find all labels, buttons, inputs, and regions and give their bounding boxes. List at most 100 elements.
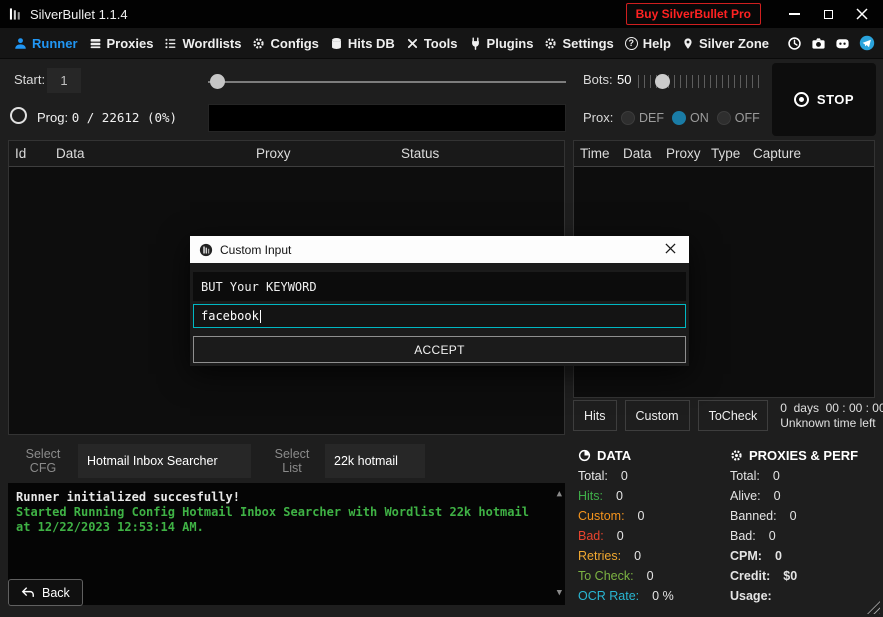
tools-icon	[406, 37, 419, 50]
elapsed-time: 0 days 00 : 00 : 00	[780, 401, 883, 416]
progress-bar	[208, 104, 566, 132]
minimize-button[interactable]	[781, 3, 807, 25]
nav-plugins[interactable]: Plugins	[469, 36, 534, 51]
scroll-up-icon[interactable]: ▲	[557, 487, 562, 502]
telegram-icon[interactable]	[859, 35, 875, 51]
dialog-title: Custom Input	[220, 243, 291, 257]
perf-cpm: CPM: 0	[730, 546, 877, 566]
stop-button[interactable]: STOP	[788, 91, 860, 108]
nav-runner[interactable]: Runner	[14, 36, 78, 51]
log-console: Runner initialized succesfully! Started …	[8, 483, 565, 605]
col-data: Data	[56, 146, 256, 161]
start-slider-track[interactable]	[208, 81, 566, 83]
proxy-banned-value: 0	[790, 509, 797, 523]
proxies-icon	[89, 37, 102, 50]
back-button[interactable]: Back	[8, 579, 83, 606]
tab-custom[interactable]: Custom	[625, 400, 690, 431]
prox-option-on[interactable]: ON	[672, 111, 709, 125]
nav-tools[interactable]: Tools	[406, 36, 458, 51]
nav-configs-label: Configs	[270, 36, 318, 51]
discord-icon[interactable]	[835, 36, 850, 51]
main-nav: Runner Proxies Wordlists Configs Hits DB	[0, 28, 883, 59]
buy-pro-button[interactable]: Buy SilverBullet Pro	[626, 3, 761, 25]
stat-retries: Retries: 0	[578, 546, 728, 566]
nav-settings[interactable]: Settings	[544, 36, 613, 51]
col-id: Id	[15, 146, 56, 161]
keyword-input[interactable]: facebook	[193, 304, 686, 328]
stat-custom-label: Custom:	[578, 509, 625, 523]
stat-hits-value: 0	[616, 489, 623, 503]
configs-gear-icon	[252, 37, 265, 50]
select-list-button[interactable]: Select List	[259, 444, 325, 478]
stat-custom: Custom: 0	[578, 506, 728, 526]
stat-total-value: 0	[621, 469, 628, 483]
keyword-input-value: facebook	[201, 309, 259, 323]
start-input[interactable]	[47, 68, 81, 93]
stats-panel: DATA Total: 0 Hits: 0 Custom: 0 Bad: 0 R…	[573, 444, 877, 610]
start-slider[interactable]	[208, 72, 566, 92]
proxy-total-label: Total:	[730, 469, 760, 483]
titlebar[interactable]: SilverBullet 1.1.4 Buy SilverBullet Pro	[0, 0, 883, 28]
nav-hitsdb[interactable]: Hits DB	[330, 36, 395, 51]
log-line: Runner initialized succesfully!	[16, 490, 547, 505]
stat-custom-value: 0	[638, 509, 645, 523]
map-pin-icon	[682, 37, 694, 50]
config-row: Select CFG Hotmail Inbox Searcher Select…	[8, 444, 565, 478]
nav-settings-label: Settings	[562, 36, 613, 51]
tab-hits[interactable]: Hits	[573, 400, 617, 431]
progress-text: Prog: 0 / 22612 (0%)	[37, 110, 177, 125]
nav-icon-group	[787, 35, 875, 51]
accept-button[interactable]: ACCEPT	[193, 336, 686, 363]
bots-slider-thumb[interactable]	[655, 74, 670, 89]
back-arrow-icon	[21, 586, 35, 599]
prox-def-label: DEF	[639, 111, 664, 125]
stat-hits: Hits: 0	[578, 486, 728, 506]
stat-total: Total: 0	[578, 466, 728, 486]
dialog-titlebar[interactable]: Custom Input	[190, 236, 689, 263]
stop-button-label: STOP	[817, 92, 854, 107]
selected-config-field: Hotmail Inbox Searcher	[78, 444, 251, 478]
tab-tocheck[interactable]: ToCheck	[698, 400, 769, 431]
bots-value: 50	[617, 72, 631, 87]
nav-configs[interactable]: Configs	[252, 36, 318, 51]
nav-silverzone[interactable]: Silver Zone	[682, 36, 769, 51]
proxy-stats: PROXIES & PERF Total: 0 Alive: 0 Banned:…	[730, 444, 877, 606]
stat-ocr-label: OCR Rate:	[578, 589, 639, 603]
start-slider-thumb[interactable]	[210, 74, 225, 89]
prox-option-def[interactable]: DEF	[621, 111, 664, 125]
proxy-alive-value: 0	[774, 489, 781, 503]
nav-wordlists[interactable]: Wordlists	[164, 36, 241, 51]
nav-plugins-label: Plugins	[487, 36, 534, 51]
proxy-total-value: 0	[773, 469, 780, 483]
proxy-total: Total: 0	[730, 466, 877, 486]
dialog-close-button[interactable]	[661, 240, 680, 259]
col-time: Time	[580, 146, 623, 161]
col-hit-data: Data	[623, 146, 666, 161]
history-icon[interactable]	[787, 36, 802, 51]
nav-help[interactable]: ? Help	[625, 36, 671, 51]
app-window: SilverBullet 1.1.4 Buy SilverBullet Pro …	[0, 0, 883, 617]
nav-tools-label: Tools	[424, 36, 458, 51]
stat-retries-value: 0	[634, 549, 641, 563]
stat-tocheck-label: To Check:	[578, 569, 634, 583]
nav-proxies[interactable]: Proxies	[89, 36, 154, 51]
bots-slider[interactable]	[638, 70, 764, 94]
runner-controls: Start: Bots: 50 STOP Prog: 0 / 22612 (0%…	[0, 59, 883, 140]
scroll-down-icon[interactable]: ▼	[557, 586, 562, 601]
bots-label: Bots:	[583, 72, 613, 87]
perf-usage-label: Usage:	[730, 589, 772, 603]
prox-option-off[interactable]: OFF	[717, 111, 760, 125]
perf-credit: Credit: $0	[730, 566, 877, 586]
col-status: Status	[401, 146, 439, 161]
select-cfg-button[interactable]: Select CFG	[8, 444, 78, 478]
stat-bad: Bad: 0	[578, 526, 728, 546]
runner-table-header: Id Data Proxy Status	[9, 141, 564, 167]
close-button[interactable]	[849, 3, 875, 25]
maximize-button[interactable]	[815, 3, 841, 25]
stat-ocr: OCR Rate: 0 %	[578, 586, 728, 606]
silverbullet-logo-icon	[199, 243, 213, 257]
nav-proxies-label: Proxies	[107, 36, 154, 51]
window-title: SilverBullet 1.1.4	[30, 7, 128, 22]
camera-icon[interactable]	[811, 36, 826, 51]
wordlists-icon	[164, 37, 177, 50]
